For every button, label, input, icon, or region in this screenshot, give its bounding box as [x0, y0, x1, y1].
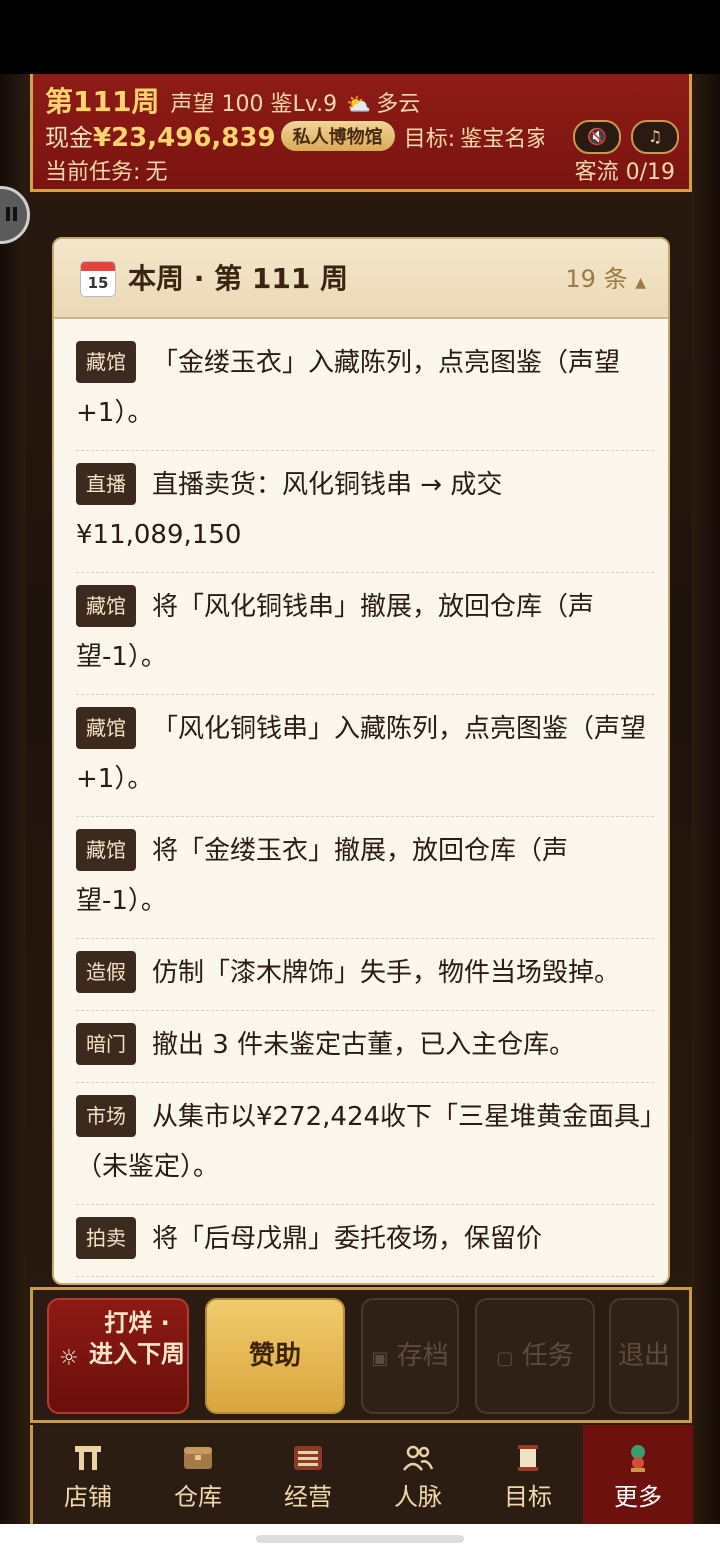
- calendar-icon: 15: [80, 261, 116, 297]
- system-status-bar: [0, 0, 720, 74]
- speaker-muted-icon[interactable]: 🔇: [573, 120, 621, 154]
- goal-label: 目标:: [403, 127, 456, 152]
- calendar-day: 15: [87, 274, 109, 292]
- task-icon: ▢: [496, 1348, 514, 1369]
- save-button[interactable]: ▣ 存档: [361, 1298, 459, 1414]
- log-entry: 市场 从集市以¥272,424收下「三星堆黄金面具」（未鉴定）。: [76, 1083, 654, 1205]
- nav-label-contacts: 人脉: [394, 1483, 442, 1511]
- log-count[interactable]: 19 条 ▲: [565, 259, 646, 294]
- entry-text: 直播卖货：风化铜钱串 → 成交 ¥11,089,150: [76, 470, 503, 550]
- entry-tag: 藏馆: [76, 829, 136, 871]
- cash-label: 现金: [45, 124, 93, 152]
- goal-value: 鉴宝名家: [460, 127, 545, 152]
- log-entry: 拍卖 将「后母戊鼎」委托夜场，保留价: [76, 1205, 654, 1277]
- task-button[interactable]: ▢ 任务: [475, 1298, 595, 1414]
- nav-label-business: 经营: [284, 1483, 332, 1511]
- cash-value: ¥23,496,839: [93, 123, 276, 153]
- weather-text: 多云: [376, 92, 421, 117]
- entry-text: 将「风化铜钱串」撤展，放回仓库（声望-1）。: [76, 592, 595, 672]
- entry-text: 仿制「漆木牌饰」失手，物件当场毁掉。: [152, 958, 621, 988]
- log-entry: 藏馆 将「金缕玉衣」撤展，放回仓库（声望-1）。: [76, 817, 654, 939]
- entry-text: 「风化铜钱串」入藏陈列，点亮图鉴（声望+1）。: [76, 714, 647, 794]
- entry-tag: 藏馆: [76, 707, 136, 749]
- music-note-icon[interactable]: ♫: [631, 120, 679, 154]
- entry-text: 「金缕玉衣」入藏陈列，点亮图鉴（声望+1）。: [76, 348, 621, 428]
- log-count-text: 19 条: [565, 265, 628, 293]
- abacus-icon: [294, 1446, 322, 1470]
- warehouse-icon: [184, 1447, 212, 1469]
- sun-icon: ☼: [59, 1346, 79, 1371]
- shop-icon: [75, 1446, 101, 1470]
- entry-tag: 直播: [76, 463, 136, 505]
- nav-item-warehouse[interactable]: 仓库: [143, 1425, 253, 1524]
- log-entry: 直播 直播卖货：风化铜钱串 → 成交 ¥11,089,150: [76, 451, 654, 573]
- nav-label-goals: 目标: [504, 1483, 552, 1511]
- bottom-navigation: 店铺 仓库 经营 人脉 目标 更多: [30, 1425, 693, 1524]
- log-entry: 暗门 撤出 3 件未鉴定古董，已入主仓库。: [76, 1011, 654, 1083]
- sponsor-button[interactable]: 赞助: [205, 1298, 345, 1414]
- nav-item-business[interactable]: 经营: [253, 1425, 363, 1524]
- log-header[interactable]: 15 本周 · 第 111 周 19 条 ▲: [54, 239, 668, 319]
- log-entry: 藏馆 将「风化铜钱串」撤展，放回仓库（声望-1）。: [76, 573, 654, 695]
- scroll-icon: [518, 1445, 538, 1471]
- save-icon: ▣: [371, 1348, 389, 1369]
- nav-label-warehouse: 仓库: [174, 1483, 222, 1511]
- entry-tag: 暗门: [76, 1023, 136, 1065]
- left-pillar: [0, 74, 26, 1524]
- people-icon: [403, 1445, 434, 1471]
- entry-tag: 造假: [76, 951, 136, 993]
- entry-text: 将「金缕玉衣」撤展，放回仓库（声望-1）。: [76, 836, 569, 916]
- log-entries: 藏馆 「金缕玉衣」入藏陈列，点亮图鉴（声望+1）。 直播 直播卖货：风化铜钱串 → …: [76, 329, 654, 1277]
- entry-tag: 藏馆: [76, 341, 136, 383]
- log-title: 本周 · 第 111 周: [128, 262, 349, 295]
- next-week-label: 打烊 · 进入下周: [89, 1309, 185, 1368]
- action-bar: ☼ 打烊 · 进入下周 赞助 ▣ 存档 ▢ 任务 退出: [30, 1287, 692, 1423]
- nav-label-more: 更多: [614, 1483, 662, 1511]
- home-indicator[interactable]: [0, 1524, 720, 1554]
- museum-badge[interactable]: 私人博物馆: [280, 121, 395, 151]
- entry-text: 将「后母戊鼎」委托夜场，保留价: [152, 1224, 543, 1254]
- log-entry: 造假 仿制「漆木牌饰」失手，物件当场毁掉。: [76, 939, 654, 1011]
- right-pillar: [692, 74, 720, 1524]
- nav-item-contacts[interactable]: 人脉: [363, 1425, 473, 1524]
- more-icon: [631, 1445, 645, 1472]
- nav-item-shop[interactable]: 店铺: [33, 1425, 143, 1524]
- collapse-caret-icon: ▲: [635, 275, 646, 291]
- log-entry: 藏馆 「风化铜钱串」入藏陈列，点亮图鉴（声望+1）。: [76, 695, 654, 817]
- exit-button[interactable]: 退出: [609, 1298, 679, 1414]
- week-number: 第111周: [45, 85, 160, 118]
- nav-label-shop: 店铺: [64, 1483, 112, 1511]
- entry-text: 从集市以¥272,424收下「三星堆黄金面具」（未鉴定）。: [76, 1102, 654, 1182]
- weekly-log-panel: 15 本周 · 第 111 周 19 条 ▲ 藏馆 「金缕玉衣」入藏陈列，点亮图鉴…: [52, 237, 670, 1285]
- task-label: 当前任务:: [45, 160, 141, 185]
- nav-item-goals[interactable]: 目标: [473, 1425, 583, 1524]
- entry-tag: 藏馆: [76, 585, 136, 627]
- reputation-level: 声望 100 鉴Lv.9: [170, 92, 338, 117]
- partly-cloudy-icon: ⛅: [346, 92, 372, 116]
- entry-tag: 市场: [76, 1095, 136, 1137]
- status-header: 第111周 声望 100 鉴Lv.9 ⛅ 多云 现金¥23,496,839 私人…: [30, 74, 692, 192]
- entry-text: 撤出 3 件未鉴定古董，已入主仓库。: [152, 1030, 576, 1060]
- task-value: 无: [145, 160, 168, 185]
- next-week-button[interactable]: ☼ 打烊 · 进入下周: [47, 1298, 189, 1414]
- log-entry: 藏馆 「金缕玉衣」入藏陈列，点亮图鉴（声望+1）。: [76, 329, 654, 451]
- nav-item-more[interactable]: 更多: [583, 1425, 693, 1524]
- task-label-btn: 任务: [521, 1341, 574, 1371]
- visitor-count: 客流 0/19: [574, 160, 675, 185]
- save-label: 存档: [396, 1341, 449, 1371]
- entry-tag: 拍卖: [76, 1217, 136, 1259]
